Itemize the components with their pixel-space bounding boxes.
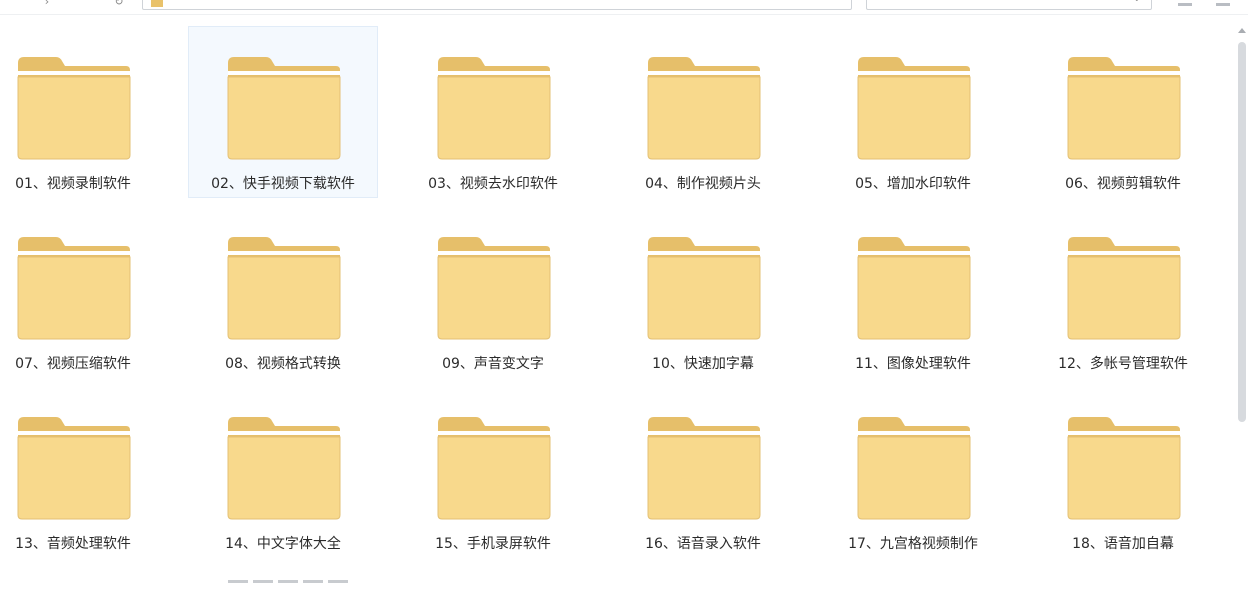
folder-icon xyxy=(646,55,762,161)
folder-item[interactable]: 04、制作视频片头 xyxy=(608,26,798,198)
scroll-thumb[interactable] xyxy=(1238,42,1246,422)
toolbar: › ↻ ⌄ xyxy=(0,0,1248,14)
view-mode-icon[interactable] xyxy=(1178,0,1192,6)
refresh-icon[interactable]: ↻ xyxy=(112,0,126,8)
pager-dash xyxy=(253,580,273,583)
folder-icon xyxy=(856,235,972,341)
folder-item[interactable]: 08、视频格式转换 xyxy=(188,206,378,378)
folder-icon xyxy=(16,415,132,521)
folder-label: 03、视频去水印软件 xyxy=(428,176,558,192)
folder-icon xyxy=(226,415,342,521)
folder-item[interactable]: 13、音频处理软件 xyxy=(0,386,168,558)
folder-label: 13、音频处理软件 xyxy=(15,536,131,552)
folder-item[interactable]: 14、中文字体大全 xyxy=(188,386,378,558)
folder-item[interactable]: 11、图像处理软件 xyxy=(818,206,1008,378)
folder-label: 02、快手视频下载软件 xyxy=(211,176,355,192)
folder-icon xyxy=(646,415,762,521)
folder-label: 14、中文字体大全 xyxy=(225,536,341,552)
folder-icon xyxy=(436,415,552,521)
folder-grid: 01、视频录制软件 02、快手视频下载软件 03、视频去水印软件 04、制作视频片头 0… xyxy=(0,24,1232,610)
folder-icon xyxy=(436,235,552,341)
pager-dash xyxy=(328,580,348,583)
view-mode-alt-icon[interactable] xyxy=(1216,0,1230,6)
folder-item[interactable]: 16、语音录入软件 xyxy=(608,386,798,558)
search-box[interactable]: ⌄ xyxy=(866,0,1152,10)
toolbar-divider xyxy=(0,14,1248,15)
folder-label: 08、视频格式转换 xyxy=(225,356,341,372)
folder-icon xyxy=(226,235,342,341)
folder-item[interactable]: 10、快速加字幕 xyxy=(608,206,798,378)
folder-item[interactable]: 06、视频剪辑软件 xyxy=(1028,26,1218,198)
back-arrow-icon[interactable]: › xyxy=(40,0,54,8)
folder-label: 09、声音变文字 xyxy=(442,356,544,372)
pager-dash xyxy=(228,580,248,583)
folder-label: 04、制作视频片头 xyxy=(645,176,761,192)
folder-item[interactable]: 09、声音变文字 xyxy=(398,206,588,378)
folder-item[interactable]: 03、视频去水印软件 xyxy=(398,26,588,198)
folder-item[interactable]: 18、语音加自幕 xyxy=(1028,386,1218,558)
folder-item[interactable]: 15、手机录屏软件 xyxy=(398,386,588,558)
folder-item[interactable]: 17、九宫格视频制作 xyxy=(818,386,1008,558)
folder-icon xyxy=(436,55,552,161)
folder-label: 15、手机录屏软件 xyxy=(435,536,551,552)
folder-label: 12、多帐号管理软件 xyxy=(1058,356,1188,372)
folder-item[interactable]: 05、增加水印软件 xyxy=(818,26,1008,198)
folder-label: 17、九宫格视频制作 xyxy=(848,536,978,552)
folder-item[interactable]: 01、视频录制软件 xyxy=(0,26,168,198)
folder-label: 10、快速加字幕 xyxy=(652,356,754,372)
folder-icon xyxy=(1066,415,1182,521)
folder-icon xyxy=(16,55,132,161)
folder-icon xyxy=(226,55,342,161)
folder-small-icon xyxy=(151,0,163,7)
file-explorer-window: › ↻ ⌄ 01、视频录制软件 02、快手视频下载软件 03、视频去水印软件 04、制… xyxy=(0,0,1248,610)
folder-icon xyxy=(646,235,762,341)
folder-item[interactable]: 12、多帐号管理软件 xyxy=(1028,206,1218,378)
scroll-up-arrow-icon[interactable] xyxy=(1238,28,1246,33)
folder-item[interactable]: 02、快手视频下载软件 xyxy=(188,26,378,198)
folder-icon xyxy=(16,235,132,341)
vertical-scrollbar[interactable] xyxy=(1236,24,1248,610)
pager-dash xyxy=(303,580,323,583)
folder-label: 06、视频剪辑软件 xyxy=(1065,176,1181,192)
folder-icon xyxy=(856,415,972,521)
folder-label: 01、视频录制软件 xyxy=(15,176,131,192)
folder-label: 05、增加水印软件 xyxy=(855,176,971,192)
folder-label: 18、语音加自幕 xyxy=(1072,536,1174,552)
folder-item[interactable]: 07、视频压缩软件 xyxy=(0,206,168,378)
address-bar[interactable] xyxy=(142,0,852,10)
folder-label: 16、语音录入软件 xyxy=(645,536,761,552)
folder-icon xyxy=(1066,55,1182,161)
folder-icon xyxy=(1066,235,1182,341)
chevron-down-icon[interactable]: ⌄ xyxy=(1133,0,1141,4)
folder-label: 11、图像处理软件 xyxy=(855,356,971,372)
folder-label: 07、视频压缩软件 xyxy=(15,356,131,372)
folder-icon xyxy=(856,55,972,161)
pager-dash xyxy=(278,580,298,583)
pager-hint xyxy=(228,580,358,588)
